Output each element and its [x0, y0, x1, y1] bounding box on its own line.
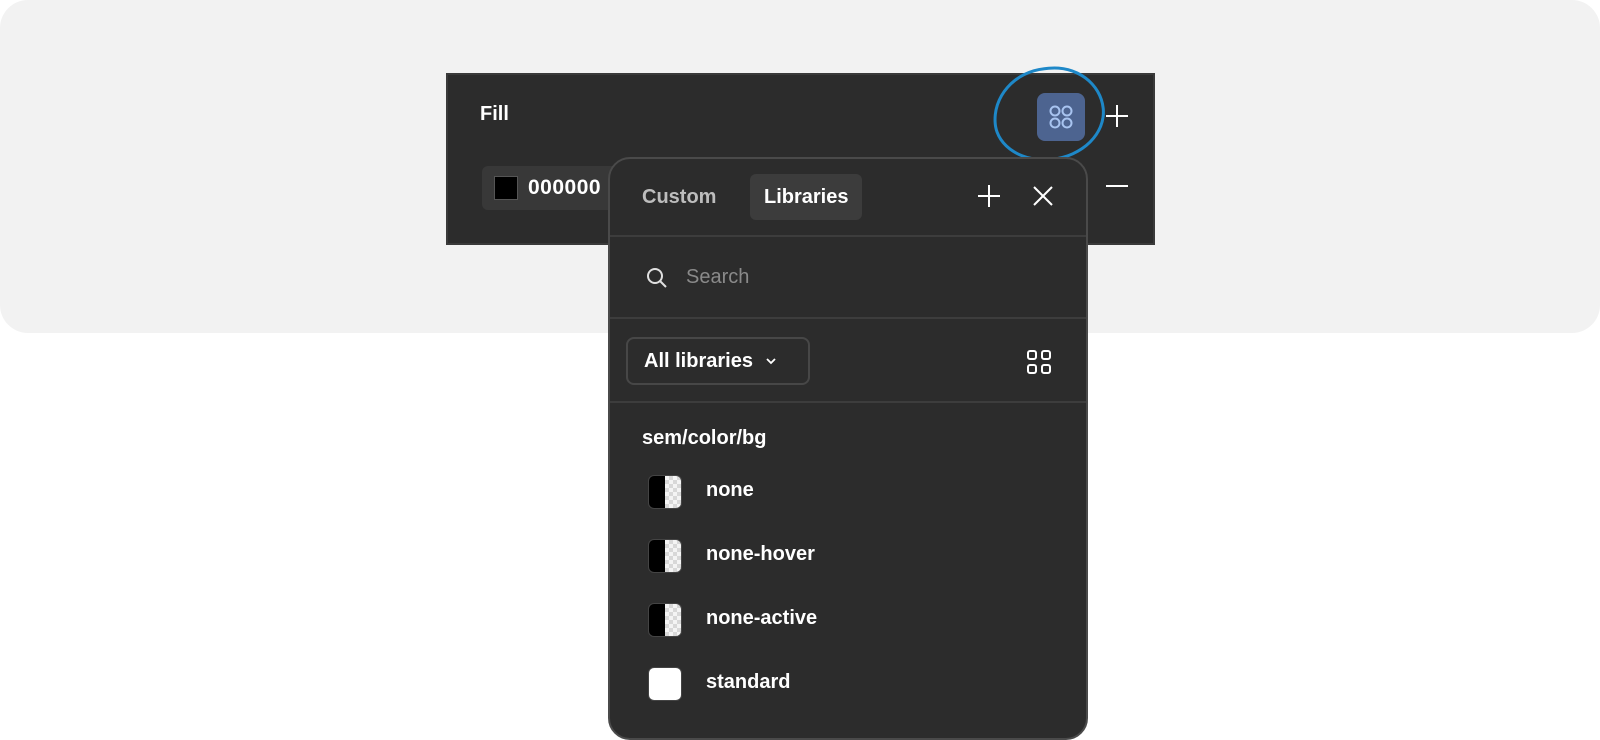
- search-input[interactable]: [686, 259, 1026, 295]
- style-item-none-active[interactable]: none-active: [610, 591, 1086, 647]
- style-label: none-active: [706, 607, 818, 629]
- fill-styles-popover: Custom Libraries All libraries: [608, 157, 1088, 740]
- search-row: [610, 237, 1086, 319]
- popover-header: Custom Libraries: [610, 159, 1086, 237]
- chevron-down-icon: [766, 358, 776, 365]
- style-swatch: [648, 475, 682, 509]
- style-label: standard: [706, 671, 791, 693]
- filter-row: All libraries: [610, 319, 1086, 403]
- close-popover-button[interactable]: [1028, 181, 1058, 211]
- style-swatch: [648, 539, 682, 573]
- styles-grid-icon: [1049, 105, 1073, 129]
- close-icon: [1033, 186, 1053, 206]
- search-icon: [647, 268, 667, 288]
- library-filter-label: All libraries: [644, 349, 753, 372]
- fill-title: Fill: [480, 103, 509, 125]
- plus-icon: [1106, 105, 1128, 127]
- style-label: none: [706, 479, 754, 501]
- grid-view-icon: [1027, 350, 1051, 374]
- style-library-button[interactable]: [1037, 93, 1085, 141]
- style-item-standard[interactable]: standard: [610, 655, 1086, 711]
- grid-view-button[interactable]: [1024, 347, 1054, 377]
- remove-fill-button[interactable]: [1102, 171, 1132, 201]
- hex-value[interactable]: 000000: [528, 176, 601, 200]
- tab-libraries[interactable]: Libraries: [750, 174, 863, 220]
- style-swatch: [648, 667, 682, 701]
- style-item-none-hover[interactable]: none-hover: [610, 527, 1086, 583]
- plus-icon: [978, 185, 1000, 207]
- style-label: none-hover: [706, 543, 815, 565]
- add-fill-button[interactable]: [1102, 101, 1132, 131]
- style-group-title: sem/color/bg: [642, 427, 767, 449]
- style-item-none[interactable]: none: [610, 463, 1086, 519]
- library-filter-dropdown[interactable]: All libraries: [626, 337, 810, 385]
- minus-icon: [1106, 185, 1128, 187]
- style-swatch: [648, 603, 682, 637]
- color-swatch[interactable]: [494, 176, 518, 200]
- tab-custom[interactable]: Custom: [628, 174, 730, 220]
- create-style-button[interactable]: [974, 181, 1004, 211]
